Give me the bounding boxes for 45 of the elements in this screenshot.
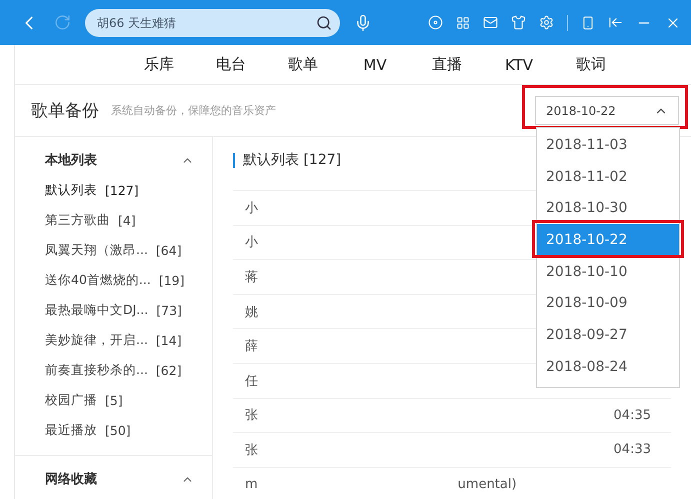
group-title: 网络收藏	[45, 471, 97, 488]
song-name: m	[245, 477, 258, 492]
nav-tab[interactable]: 歌单	[267, 55, 339, 74]
song-name: 姚	[245, 304, 258, 321]
grid-icon[interactable]	[456, 16, 470, 30]
group-title: 本地列表	[45, 152, 97, 169]
search-bar[interactable]: 胡66 天生难猜	[85, 8, 340, 36]
nav-tab[interactable]: KTV	[483, 56, 555, 74]
mini-mode-icon[interactable]	[608, 15, 623, 30]
microphone-icon[interactable]	[354, 14, 372, 32]
playlist-item[interactable]: 校园广播 [5]	[15, 385, 212, 415]
list-title: 默认列表 [127]	[243, 151, 342, 169]
song-name: 薛	[245, 338, 258, 356]
song-duration: 04:33	[614, 442, 651, 458]
song-name: 张	[245, 442, 258, 459]
page-subtitle: 系统自动备份，保障您的音乐资产	[111, 103, 276, 118]
song-name: 小	[245, 200, 258, 217]
nav-tab[interactable]: 歌词	[555, 55, 627, 74]
song-name: umental)	[458, 477, 517, 492]
settings-icon[interactable]	[539, 15, 554, 30]
playlist-item[interactable]: 前奏直接秒杀的... [62]	[15, 355, 212, 385]
shirt-icon[interactable]	[511, 15, 526, 30]
date-select[interactable]: 2018-10-22	[535, 96, 679, 125]
playlist-item[interactable]: 最近播放 [50]	[15, 415, 212, 445]
playlist-item[interactable]: 最热最嗨中文DJ... [73]	[15, 295, 212, 325]
song-name: 张	[245, 407, 258, 424]
nav-tab[interactable]: 乐库	[123, 55, 195, 74]
nav-tab[interactable]: 直播	[411, 55, 483, 74]
nav-tab[interactable]: MV	[339, 56, 411, 74]
phone-icon[interactable]	[581, 16, 595, 30]
playlist-item[interactable]: 第三方歌曲 [4]	[15, 205, 212, 235]
mail-icon[interactable]	[483, 15, 498, 30]
song-name: 任	[245, 372, 258, 390]
page-title: 歌单备份	[31, 100, 99, 122]
playlist-item[interactable]: 凤翼天翔（激昂... [64]	[15, 235, 212, 265]
playlist-item[interactable]: 美妙旋律，开启... [14]	[15, 325, 212, 355]
song-name: 蒋	[245, 268, 258, 286]
playlist-item[interactable]: 送你40首燃烧的... [19]	[15, 265, 212, 295]
song-duration: 04:35	[614, 408, 651, 423]
search-icon[interactable]	[316, 14, 332, 30]
disc-icon[interactable]	[428, 15, 443, 30]
song-name: 小	[245, 234, 258, 252]
search-field[interactable]: 胡66 天生难猜	[95, 14, 316, 30]
playlist-item[interactable]: 默认列表 [127]	[15, 175, 212, 205]
nav-tab[interactable]: 电台	[195, 55, 267, 74]
